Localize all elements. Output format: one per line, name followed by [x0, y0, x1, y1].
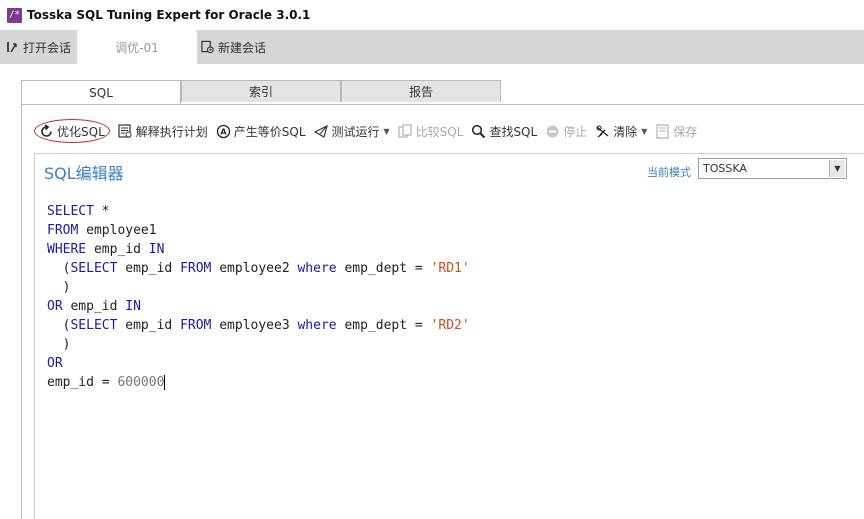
code-line: (SELECT emp_id FROM employee2 where emp_… [47, 259, 470, 278]
circle-a-icon: A [216, 124, 231, 139]
stop-icon [545, 124, 560, 139]
code-line: ) [47, 335, 470, 354]
chevron-down-icon[interactable]: ▼ [384, 127, 390, 136]
open-session-icon [6, 40, 19, 54]
code-token: where [297, 261, 337, 276]
save-label: 保存 [673, 124, 698, 139]
code-token: emp_id [117, 261, 181, 276]
find-sql-button[interactable]: 查找SQL [471, 120, 537, 142]
code-token: IN [148, 242, 165, 257]
code-token: employee1 [78, 223, 157, 238]
window-title: Tosska SQL Tuning Expert for Oracle 3.0.… [27, 8, 311, 22]
tab-strip: SQL 索引 报告 [21, 80, 501, 105]
app-icon: /* [7, 7, 22, 23]
editor-title: SQL编辑器 [44, 164, 124, 183]
code-line: emp_id = 600000 [47, 373, 470, 392]
code-token: emp_id [86, 242, 149, 257]
open-session-button[interactable]: 打开会话 [6, 30, 71, 64]
tab-index[interactable]: 索引 [181, 80, 341, 102]
code-token: SELECT [70, 261, 118, 276]
code-token: SELECT [70, 318, 118, 333]
sql-editor-panel: SQL编辑器 当前模式 TOSSKA ▼ SELECT * FROM employ… [34, 153, 864, 519]
code-token: FROM [180, 261, 212, 276]
code-token: ) [47, 337, 71, 352]
generate-equivalent-sql-button[interactable]: A 产生等价SQL [216, 120, 306, 142]
tab-sql[interactable]: SQL [21, 80, 181, 105]
text-cursor [164, 375, 166, 390]
sql-code-area[interactable]: SELECT * FROM employee1 WHERE emp_id IN (S… [47, 202, 470, 392]
explain-plan-icon [118, 123, 133, 139]
code-line: FROM employee1 [47, 221, 470, 240]
code-token: emp_dept = [336, 318, 431, 333]
code-token: IN [125, 299, 141, 314]
code-token: OR [47, 356, 63, 371]
mode-select-value: TOSSKA [703, 162, 747, 175]
send-icon [313, 124, 329, 139]
code-token: ) [47, 280, 71, 295]
new-session-label: 新建会话 [218, 40, 267, 55]
session-tab-active[interactable]: 调优-01 [77, 30, 197, 64]
stop-label: 停止 [563, 124, 588, 139]
code-line: ) [47, 278, 470, 297]
explain-plan-button[interactable]: 解释执行计划 [118, 120, 208, 142]
code-token: emp_id [62, 299, 126, 314]
code-line: OR emp_id IN [47, 297, 470, 316]
test-run-label: 测试运行 [331, 124, 380, 139]
clear-label: 清除 [613, 124, 638, 139]
code-token: 'RD1' [430, 261, 470, 276]
save-button[interactable]: 保存 [655, 120, 697, 142]
code-line: (SELECT emp_id FROM employee3 where emp_… [47, 316, 470, 335]
code-token: emp_dept = [336, 261, 431, 276]
code-token: 600000 [117, 375, 165, 390]
optimize-sql-label: 优化SQL [57, 124, 105, 139]
code-token: emp_id = [47, 375, 118, 390]
tab-divider [21, 104, 864, 105]
panel-border [21, 104, 22, 519]
code-token: ( [47, 318, 71, 333]
refresh-icon [39, 123, 54, 139]
explain-plan-label: 解释执行计划 [135, 124, 208, 139]
code-token: 'RD2' [430, 318, 470, 333]
current-mode-label: 当前模式 [647, 166, 691, 179]
svg-text:A: A [220, 127, 227, 136]
open-session-label: 打开会话 [23, 40, 72, 55]
stop-button[interactable]: 停止 [545, 120, 587, 142]
code-token: FROM [180, 318, 212, 333]
save-icon [655, 123, 670, 139]
new-session-icon [201, 40, 214, 54]
code-line: OR [47, 354, 470, 373]
toolbar: 优化SQL 解释执行计划 A 产生等价SQL 测试运行 ▼ 比较SQL 查找SQ… [32, 118, 705, 144]
code-token: employee3 [211, 318, 298, 333]
search-icon [471, 124, 486, 139]
compare-sql-label: 比较SQL [415, 124, 464, 139]
optimize-sql-button[interactable]: 优化SQL [34, 119, 110, 143]
chevron-down-icon[interactable]: ▼ [641, 127, 647, 136]
code-token: where [297, 318, 337, 333]
generate-equivalent-sql-label: 产生等价SQL [233, 124, 306, 139]
session-bar: 打开会话 调优-01 新建会话 [0, 30, 864, 64]
new-session-button[interactable]: 新建会话 [201, 30, 266, 64]
broom-icon [595, 124, 610, 139]
copy-icon [398, 123, 413, 139]
code-line: WHERE emp_id IN [47, 240, 470, 259]
code-token: employee2 [211, 261, 298, 276]
code-token: FROM [47, 223, 79, 238]
code-token: ( [47, 261, 71, 276]
mode-select[interactable]: TOSSKA ▼ [698, 158, 847, 179]
test-run-button[interactable]: 测试运行 ▼ [313, 120, 390, 142]
code-token: emp_id [117, 318, 181, 333]
code-token: WHERE [47, 242, 87, 257]
chevron-down-icon[interactable]: ▼ [829, 160, 845, 177]
title-bar: /* Tosska SQL Tuning Expert for Oracle 3… [0, 0, 864, 31]
code-line: SELECT * [47, 202, 470, 221]
tab-report[interactable]: 报告 [341, 80, 501, 102]
clear-button[interactable]: 清除 ▼ [595, 120, 647, 142]
code-token: SELECT [47, 204, 94, 219]
code-token: * [93, 204, 110, 219]
find-sql-label: 查找SQL [489, 124, 538, 139]
compare-sql-button[interactable]: 比较SQL [398, 120, 464, 142]
code-token: OR [47, 299, 63, 314]
